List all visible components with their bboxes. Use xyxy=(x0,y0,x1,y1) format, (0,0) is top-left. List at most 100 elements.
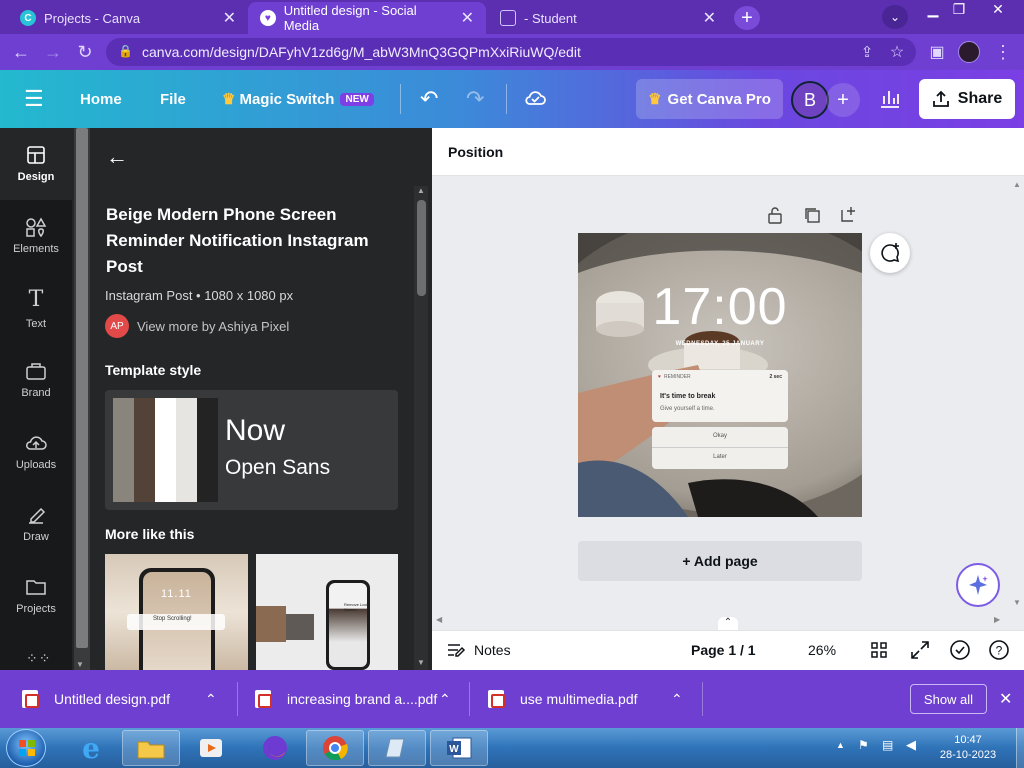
scroll-up-icon[interactable]: ▲ xyxy=(1013,180,1021,189)
minimize-window-icon[interactable]: ▁ xyxy=(920,0,946,18)
grid-view-icon[interactable] xyxy=(870,630,888,670)
redo-icon[interactable]: ↷ xyxy=(466,70,484,128)
notes-button[interactable]: Notes xyxy=(446,630,511,670)
invite-plus-button[interactable]: + xyxy=(826,83,860,117)
design-date[interactable]: WEDNESDAY, 25 JANUARY xyxy=(578,341,862,347)
download-item[interactable]: increasing brand a....pdf xyxy=(255,670,437,728)
download-item[interactable]: use multimedia.pdf xyxy=(488,670,638,728)
browser-menu-icon[interactable]: ⋮ xyxy=(992,41,1014,63)
scroll-left-icon[interactable]: ◀ xyxy=(436,615,442,624)
add-comment-button[interactable] xyxy=(870,233,910,273)
duplicate-page-icon[interactable] xyxy=(803,206,821,224)
new-badge: NEW xyxy=(340,92,374,106)
share-page-icon[interactable]: ⇪ xyxy=(856,41,878,63)
bookmark-star-icon[interactable]: ☆ xyxy=(886,41,908,63)
firefox-icon[interactable] xyxy=(246,730,304,766)
cloud-saved-icon[interactable] xyxy=(524,88,546,108)
rail-item-elements[interactable]: Elements xyxy=(0,200,72,272)
chrome-icon[interactable] xyxy=(306,730,364,766)
author-link[interactable]: View more by Ashiya Pixel xyxy=(137,319,289,334)
zoom-level[interactable]: 26% xyxy=(808,630,836,670)
forward-icon[interactable]: → xyxy=(42,41,64,63)
apps-grid-icon[interactable]: ⁘⁘ xyxy=(26,650,51,667)
internet-explorer-icon[interactable]: e xyxy=(62,730,120,766)
back-icon[interactable]: ← xyxy=(10,41,32,63)
rail-scroll-down-icon[interactable]: ▼ xyxy=(76,660,84,669)
home-button[interactable]: Home xyxy=(80,70,122,128)
back-arrow-icon[interactable]: ← xyxy=(106,144,128,170)
show-desktop-button[interactable] xyxy=(1016,728,1024,768)
profile-avatar[interactable] xyxy=(958,41,980,63)
scroll-right-icon[interactable]: ▶ xyxy=(994,615,1000,624)
new-tab-button[interactable]: + xyxy=(734,6,760,30)
lock-page-icon[interactable] xyxy=(767,206,783,224)
show-all-downloads-button[interactable]: Show all xyxy=(910,684,987,714)
action-center-flag-icon[interactable]: ⚑ xyxy=(858,738,869,752)
rail-item-brand[interactable]: Brand xyxy=(0,344,72,416)
insights-chart-icon[interactable] xyxy=(878,86,902,110)
page-indicator[interactable]: Page 1 / 1 xyxy=(691,630,756,670)
expand-pages-chevron-icon[interactable]: ⌃ xyxy=(718,617,738,631)
hamburger-menu-icon[interactable]: ☰ xyxy=(24,70,44,128)
panel-scrollbar-thumb[interactable] xyxy=(417,200,426,296)
canvas-vertical-scrollbar[interactable]: ▲ ▼ xyxy=(1010,176,1024,616)
scroll-down-icon[interactable]: ▼ xyxy=(417,658,425,667)
volume-icon[interactable]: ◀ xyxy=(906,737,916,753)
position-button[interactable]: Position xyxy=(448,144,503,160)
notepad-icon[interactable] xyxy=(368,730,426,766)
rail-scrollbar-thumb[interactable] xyxy=(76,128,88,648)
scroll-up-icon[interactable]: ▲ xyxy=(417,186,425,195)
word-icon[interactable]: W xyxy=(430,730,488,766)
close-downloads-icon[interactable]: ✕ xyxy=(999,670,1012,728)
reload-icon[interactable]: ↻ xyxy=(74,41,96,63)
system-clock[interactable]: 10:47 28-10-2023 xyxy=(920,733,1016,763)
file-menu-button[interactable]: File xyxy=(160,70,186,128)
browser-tab-projects[interactable]: C Projects - Canva ✕ xyxy=(8,2,248,34)
close-tab-icon[interactable]: ✕ xyxy=(461,8,474,28)
template-thumbnail[interactable]: Remove Lock Screen xyxy=(256,554,398,670)
tray-expand-icon[interactable]: ▲ xyxy=(836,740,845,750)
browser-tab-student[interactable]: - Student ✕ xyxy=(488,2,728,34)
restore-window-icon[interactable]: ❐ xyxy=(946,0,972,18)
get-canva-pro-button[interactable]: ♛ Get Canva Pro xyxy=(636,79,783,119)
rail-item-text[interactable]: T Text xyxy=(0,272,72,344)
template-thumbnail[interactable]: 11.11 Stop Scrolling! xyxy=(105,554,248,670)
side-panel-icon[interactable]: ▣ xyxy=(926,41,948,63)
fullscreen-icon[interactable] xyxy=(910,630,930,670)
rail-item-design[interactable]: Design xyxy=(0,128,72,200)
start-button[interactable] xyxy=(6,729,46,767)
share-button[interactable]: Share xyxy=(919,79,1015,119)
close-tab-icon[interactable]: ✕ xyxy=(223,8,236,28)
media-player-icon[interactable] xyxy=(182,730,240,766)
download-chevron-icon[interactable]: ⌃ xyxy=(671,670,683,728)
rail-item-uploads[interactable]: Uploads xyxy=(0,416,72,488)
rail-item-draw[interactable]: Draw xyxy=(0,488,72,560)
download-chevron-icon[interactable]: ⌃ xyxy=(205,670,217,728)
design-time[interactable]: 17:00 xyxy=(578,277,862,337)
help-icon[interactable]: ? xyxy=(988,630,1010,670)
rail-item-projects[interactable]: Projects xyxy=(0,560,72,632)
design-notification-card[interactable]: ♥ REMINDER 2 sec It's time to break Give… xyxy=(652,370,788,422)
browser-tab-untitled-design[interactable]: ♥ Untitled design - Social Media ✕ xyxy=(248,2,486,34)
network-icon[interactable]: ▤ xyxy=(882,738,893,752)
file-explorer-icon[interactable] xyxy=(122,730,180,766)
download-chevron-icon[interactable]: ⌃ xyxy=(439,670,451,728)
scroll-down-icon[interactable]: ▼ xyxy=(1013,598,1021,607)
download-item[interactable]: Untitled design.pdf xyxy=(22,670,170,728)
magic-switch-button[interactable]: ♛ Magic Switch NEW xyxy=(222,70,374,128)
address-bar[interactable]: 🔒 canva.com/design/DAFyhV1zd6g/M_abW3MnQ… xyxy=(106,38,916,66)
author-row[interactable]: AP View more by Ashiya Pixel xyxy=(105,314,289,338)
check-circle-icon[interactable] xyxy=(949,630,971,670)
user-avatar[interactable]: B xyxy=(791,81,829,119)
tab-search-chevron-icon[interactable]: ⌄ xyxy=(882,5,908,29)
magic-assistant-button[interactable] xyxy=(956,563,1000,607)
color-swatch xyxy=(176,398,197,502)
design-page[interactable]: 17:00 WEDNESDAY, 25 JANUARY ♥ REMINDER 2… xyxy=(578,233,862,517)
template-style-card[interactable]: Now Open Sans xyxy=(105,390,398,510)
add-page-button[interactable]: + Add page xyxy=(578,541,862,581)
close-tab-icon[interactable]: ✕ xyxy=(703,8,716,28)
close-window-icon[interactable]: ✕ xyxy=(984,0,1012,18)
undo-icon[interactable]: ↶ xyxy=(420,70,438,128)
design-action-buttons[interactable]: Okay Later xyxy=(652,427,788,469)
add-page-icon[interactable] xyxy=(839,205,857,223)
